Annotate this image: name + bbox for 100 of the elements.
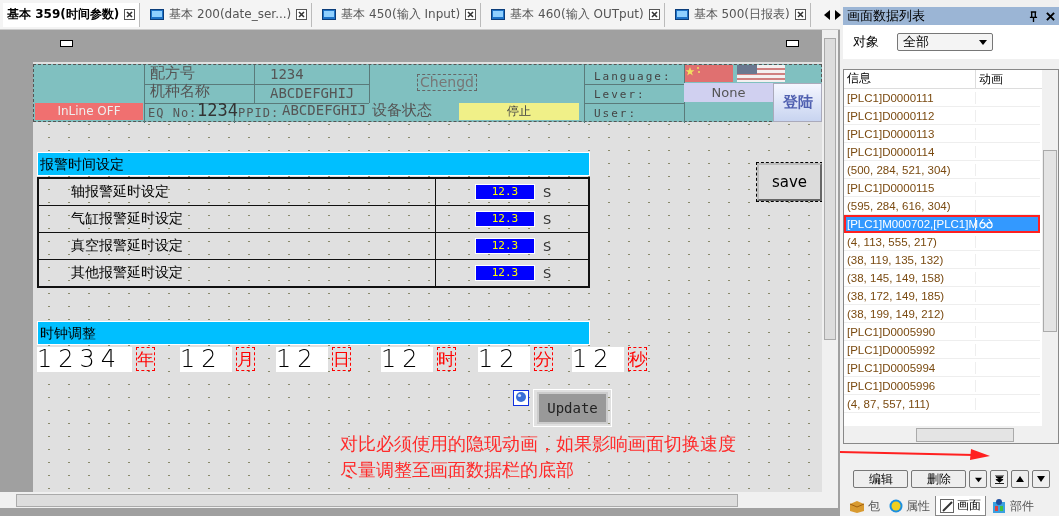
editor-tab[interactable]: 基本 500(日报表)	[670, 2, 811, 27]
move-up-button[interactable]	[1011, 470, 1029, 488]
unit-label: S	[543, 184, 552, 200]
info-cell: (38, 145, 149, 158)	[844, 271, 976, 284]
value-field[interactable]: 12.3	[475, 265, 535, 281]
us-flag-icon[interactable]	[737, 65, 785, 82]
unit-label: S	[543, 211, 552, 227]
column-header[interactable]: 信息	[844, 70, 976, 88]
panel-tab[interactable]: 包	[845, 496, 884, 516]
list-row[interactable]: [PLC1]D0005996	[844, 377, 1040, 395]
close-icon[interactable]	[794, 9, 806, 20]
list-row[interactable]: (4, 113, 555, 217)	[844, 233, 1040, 251]
property-icon	[889, 499, 903, 513]
screen-icon	[322, 9, 337, 20]
unit-label: 年	[136, 347, 155, 371]
lever-value: None	[684, 83, 773, 102]
user-label: User:	[594, 106, 638, 122]
list-row[interactable]: (595, 284, 616, 304)	[844, 197, 1040, 215]
horizontal-scrollbar[interactable]	[0, 492, 838, 508]
list-row[interactable]: (38, 172, 149, 185)	[844, 287, 1040, 305]
panel-tab[interactable]: 部件	[987, 496, 1038, 516]
scroll-left-icon[interactable]	[822, 9, 831, 20]
clock-field[interactable]: 12	[276, 347, 328, 372]
list-row[interactable]: (38, 119, 135, 132)	[844, 251, 1040, 269]
clock-field[interactable]: 12	[180, 347, 232, 372]
selection-handle[interactable]	[786, 40, 799, 47]
close-icon[interactable]	[648, 9, 660, 20]
list-row[interactable]: [PLC1]D0000113	[844, 125, 1040, 143]
list-row[interactable]: [PLC1]D0005990	[844, 323, 1040, 341]
info-cell: (500, 284, 521, 304)	[844, 163, 976, 176]
caret-icon	[979, 39, 987, 45]
filter-label: 对象	[853, 33, 879, 51]
move-bottom-button[interactable]	[990, 470, 1008, 488]
parts-icon	[991, 498, 1007, 514]
clock-field[interactable]: 1234	[37, 347, 132, 372]
unit-label: 月	[236, 347, 255, 371]
section-title: 报警时间设定	[37, 152, 590, 176]
info-cell: (38, 119, 135, 132)	[844, 253, 976, 266]
list-row[interactable]: [PLC1]D0005992	[844, 341, 1040, 359]
list-row[interactable]: [PLC1]D0000112	[844, 107, 1040, 125]
unit-label: S	[543, 265, 552, 281]
panel-button[interactable]: 删除	[911, 470, 966, 488]
horizontal-scrollbar[interactable]	[844, 426, 1058, 443]
move-down-button[interactable]	[1032, 470, 1050, 488]
section-title: 时钟调整	[37, 321, 590, 345]
panel-tab[interactable]: 画面	[935, 496, 986, 516]
recipe-value: 1234	[270, 66, 304, 83]
info-cell: [PLC1]D0005990	[844, 325, 976, 338]
ppid-label: PPID:	[238, 106, 280, 122]
close-icon[interactable]	[465, 9, 477, 20]
lever-label: Lever:	[594, 87, 646, 103]
close-icon[interactable]	[296, 9, 308, 20]
list-row[interactable]: (4, 87, 557, 111)	[844, 395, 1040, 413]
clock-field[interactable]: 12	[381, 347, 433, 372]
language-label: Language:	[594, 69, 672, 85]
pencil-icon	[940, 498, 954, 513]
list-row[interactable]: [PLC1]D0000114	[844, 143, 1040, 161]
save-button[interactable]: save	[757, 163, 822, 201]
move-button[interactable]	[969, 470, 987, 488]
info-cell: (4, 87, 557, 111)	[844, 397, 976, 410]
eq-label: EQ No:	[148, 105, 198, 122]
info-cell: (38, 199, 149, 212)	[844, 307, 976, 320]
panel-button[interactable]: 编辑	[853, 470, 908, 488]
value-field[interactable]: 12.3	[475, 211, 535, 227]
value-field[interactable]: 12.3	[475, 238, 535, 254]
up-triangle-icon	[1016, 476, 1024, 482]
chengd-label: Chengd	[417, 74, 477, 91]
panel-tab[interactable]: 属性	[885, 496, 934, 516]
pin-icon[interactable]	[1029, 10, 1038, 22]
editor-tab[interactable]: 基本 460(输入 OUTput)	[487, 2, 665, 27]
update-button[interactable]: Update	[537, 392, 608, 424]
editor-tab[interactable]: 基本 359(时间参数)	[3, 2, 141, 27]
list-row[interactable]: (500, 284, 521, 304)	[844, 161, 1040, 179]
column-header[interactable]: 动画	[976, 70, 1029, 88]
vertical-scrollbar[interactable]	[822, 30, 838, 492]
object-dropdown[interactable]: 全部	[897, 33, 993, 51]
unit-label: 秒	[628, 347, 647, 371]
screen-icon	[491, 9, 506, 20]
list-row[interactable]: (38, 145, 149, 158)	[844, 269, 1040, 287]
vertical-scrollbar[interactable]	[1042, 70, 1058, 428]
value-field[interactable]: 12.3	[475, 184, 535, 200]
annotation-text: 对比必须使用的隐现动画，如果影响画面切换速度	[340, 432, 736, 456]
info-cell: [PLC1]D0000111	[844, 91, 976, 104]
login-button[interactable]: 登陆	[773, 83, 822, 122]
inline-status: InLine OFF	[35, 103, 143, 120]
list-row[interactable]: [PLC1]D0000111	[844, 89, 1040, 107]
close-icon[interactable]	[124, 9, 136, 20]
clock-field[interactable]: 12	[572, 347, 624, 372]
move-bottom-icon	[994, 474, 1004, 484]
info-cell: (595, 284, 616, 304)	[844, 199, 976, 212]
clock-field[interactable]: 12	[478, 347, 530, 372]
down-triangle-icon	[1037, 476, 1045, 482]
selection-handle[interactable]	[60, 40, 73, 47]
list-row[interactable]: [PLC1]D0000115	[844, 179, 1040, 197]
editor-tab[interactable]: 基本 450(输入 Input)	[318, 2, 482, 27]
editor-tab[interactable]: 基本 200(date_ser...)	[146, 2, 313, 27]
list-row[interactable]: [PLC1]D0005994	[844, 359, 1040, 377]
list-row[interactable]: (38, 199, 149, 212)	[844, 305, 1040, 323]
glasses-icon	[979, 218, 993, 229]
close-icon[interactable]	[1046, 11, 1055, 21]
